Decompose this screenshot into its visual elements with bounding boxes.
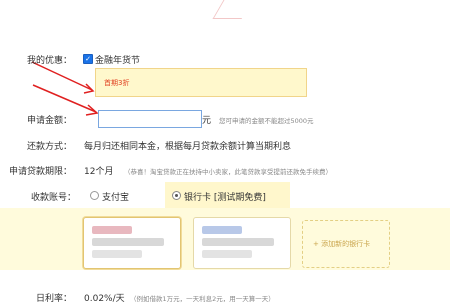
bank-logo-blurred <box>92 226 132 234</box>
discount-checkbox-label: 金融年货节 <box>95 56 141 66</box>
term-value: 12个月 <box>84 167 114 177</box>
alipay-option-label[interactable]: 支付宝 <box>102 190 129 203</box>
card-number-blurred <box>202 238 274 246</box>
bank-card-2[interactable] <box>193 217 291 269</box>
bank-card-1[interactable] <box>83 217 181 269</box>
rate-value: 0.02%/天 <box>84 294 125 304</box>
discount-notice: 首期3折 <box>95 68 307 97</box>
discount-checkbox[interactable]: ✓ <box>83 54 93 64</box>
bank-option-label[interactable]: 银行卡 [测试期免费] <box>184 190 266 203</box>
term-note: （恭喜！淘宝贷款正在扶持中小卖家，此笔贷款享受提前还款免手续费） <box>124 168 332 176</box>
arrow-to-amount <box>32 84 97 113</box>
amount-hint: 您可申请的金额不能超过5000元 <box>219 117 314 125</box>
card-number-blurred <box>92 238 164 246</box>
amount-unit: 元 <box>202 116 212 126</box>
discount-label: 我的优惠： <box>26 56 72 66</box>
arrow-to-discount <box>31 61 93 91</box>
add-bank-card-label: + 添加新的银行卡 <box>313 240 371 248</box>
rate-label: 日利率： <box>35 294 72 304</box>
amount-label: 申请金额： <box>26 116 72 126</box>
amount-input[interactable] <box>98 110 202 128</box>
card-name-blurred <box>92 250 142 258</box>
discount-notice-text: 首期3折 <box>104 79 130 87</box>
repay-label: 还款方式： <box>26 142 72 152</box>
term-label: 申请贷款期限： <box>8 167 72 177</box>
add-bank-card-button[interactable]: + 添加新的银行卡 <box>302 220 390 268</box>
card-name-blurred <box>202 250 252 258</box>
bank-logo-blurred <box>202 226 242 234</box>
repay-text: 每月归还相同本金，根据每月贷款余额计算当期利息 <box>84 142 292 152</box>
bank-radio[interactable] <box>172 191 181 200</box>
rate-note: （例如借款1万元，一天利息2元，用一天算一天） <box>130 295 275 303</box>
account-label: 收款账号： <box>30 193 76 203</box>
alipay-radio[interactable] <box>90 191 99 200</box>
